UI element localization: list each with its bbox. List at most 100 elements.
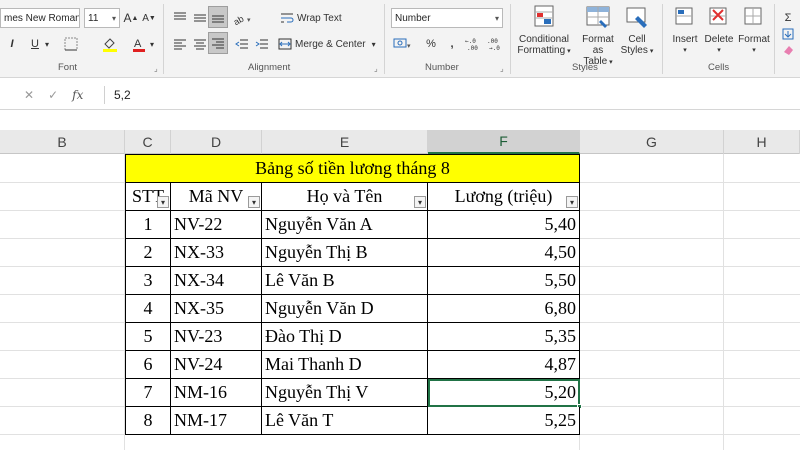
decrease-decimal-icon[interactable]: .00 →.0 [486, 34, 504, 54]
format-cells-icon [744, 7, 762, 25]
borders-icon[interactable] [62, 34, 80, 54]
chevron-down-icon: ▾ [494, 13, 499, 23]
cell-ho-ten[interactable]: Lê Văn T [262, 407, 428, 435]
column-header-c[interactable]: C [125, 130, 171, 154]
underline-button[interactable]: U [28, 34, 42, 54]
column-header-b[interactable]: B [0, 130, 125, 154]
comma-style-button[interactable]: , [446, 34, 458, 54]
cell-luong[interactable]: 6,80 [428, 295, 580, 323]
cell-ma-nv[interactable]: NX-34 [171, 267, 262, 295]
cell-stt[interactable]: 2 [125, 239, 171, 267]
number-format-combo[interactable]: Number ▾ [391, 8, 503, 28]
align-bottom-icon[interactable] [208, 6, 228, 28]
column-header-e[interactable]: E [262, 130, 428, 154]
enter-icon[interactable]: ✓ [48, 88, 58, 102]
font-name-combo[interactable]: mes New Roman▾ [0, 8, 80, 28]
cell-ho-ten[interactable]: Nguyễn Thị V [262, 379, 428, 407]
cell-luong[interactable]: 5,35 [428, 323, 580, 351]
delete-button[interactable]: Delete ▾ [702, 4, 736, 56]
cell-luong[interactable]: 4,50 [428, 239, 580, 267]
cell-luong[interactable]: 4,87 [428, 351, 580, 379]
italic-button[interactable]: I [6, 34, 18, 54]
cancel-icon[interactable]: ✕ [24, 88, 34, 102]
filter-dropdown-icon[interactable]: ▾ [414, 196, 426, 208]
wrap-text-button[interactable]: Wrap Text [280, 8, 350, 28]
cell-stt[interactable]: 5 [125, 323, 171, 351]
percent-button[interactable]: % [424, 34, 438, 54]
cell-ma-nv[interactable]: NX-35 [171, 295, 262, 323]
accounting-format-icon[interactable]: ▾ [392, 34, 414, 54]
cell-stt[interactable]: 7 [125, 379, 171, 407]
dialog-launcher-icon[interactable]: ⌟ [154, 64, 158, 73]
column-header-g[interactable]: G [580, 130, 724, 154]
column-header-h[interactable]: H [724, 130, 800, 154]
align-right-icon[interactable] [208, 32, 228, 54]
font-color-icon[interactable]: A [130, 34, 148, 54]
font-size-combo[interactable]: 11 ▾ [84, 8, 120, 28]
cell-luong[interactable]: 5,25 [428, 407, 580, 435]
chevron-down-icon[interactable]: ▾ [148, 34, 156, 54]
chevron-down-icon[interactable]: ▾ [42, 34, 52, 54]
cell-luong[interactable]: 5,50 [428, 267, 580, 295]
align-middle-icon[interactable] [192, 8, 208, 28]
decrease-font-icon[interactable]: A ▼ [142, 8, 156, 28]
format-button[interactable]: Format ▾ [736, 4, 772, 56]
cell-ma-nv[interactable]: NX-33 [171, 239, 262, 267]
increase-indent-icon[interactable] [254, 34, 270, 54]
format-as-table-label-1: Format as [582, 34, 614, 56]
insert-function-icon[interactable]: fx [72, 88, 83, 102]
cell-ma-nv[interactable]: NV-22 [171, 211, 262, 239]
cell-stt[interactable]: 4 [125, 295, 171, 323]
table-title[interactable]: Bảng số tiền lương tháng 8 [125, 154, 580, 183]
format-as-table-button[interactable]: Format as Table ▾ [576, 4, 620, 68]
cell-ma-nv[interactable]: NM-17 [171, 407, 262, 435]
column-header-d[interactable]: D [171, 130, 262, 154]
insert-button[interactable]: Insert ▾ [668, 4, 702, 56]
cell-luong[interactable]: 5,40 [428, 211, 580, 239]
cell-ho-ten[interactable]: Nguyễn Thị B [262, 239, 428, 267]
increase-font-icon[interactable]: A ▲ [124, 8, 139, 28]
svg-text:.00: .00 [467, 45, 478, 51]
cell-ho-ten[interactable]: Nguyễn Văn D [262, 295, 428, 323]
align-left-icon[interactable] [172, 34, 188, 54]
cell-ho-ten[interactable]: Nguyễn Văn A [262, 211, 428, 239]
filter-dropdown-icon[interactable]: ▾ [248, 196, 260, 208]
cell-stt[interactable]: 1 [125, 211, 171, 239]
dialog-launcher-icon[interactable]: ⌟ [500, 64, 504, 73]
cell-stt[interactable]: 8 [125, 407, 171, 435]
cell-styles-button[interactable]: Cell Styles ▾ [620, 4, 654, 57]
fill-color-icon[interactable] [100, 34, 120, 54]
filter-dropdown-icon[interactable]: ▾ [157, 196, 169, 208]
insert-cells-icon [675, 7, 693, 25]
cell-ho-ten[interactable]: Lê Văn B [262, 267, 428, 295]
dialog-launcher-icon[interactable]: ⌟ [374, 64, 378, 73]
column-header-row: B C D E F G H [0, 130, 800, 154]
cell-ho-ten[interactable]: Mai Thanh D [262, 351, 428, 379]
conditional-formatting-button[interactable]: Conditional Formatting ▾ [516, 4, 572, 57]
filter-dropdown-icon[interactable]: ▾ [566, 196, 578, 208]
clear-icon[interactable] [780, 40, 796, 60]
active-cell[interactable]: 5,20 [428, 379, 580, 407]
chevron-down-icon: ▾ [371, 39, 376, 49]
merge-center-button[interactable]: Merge & Center ▾ [278, 34, 378, 54]
align-top-icon[interactable] [172, 8, 188, 28]
merge-center-label: Merge & Center [295, 38, 366, 50]
cell-stt[interactable]: 3 [125, 267, 171, 295]
cells-group-label: Cells [708, 62, 730, 73]
header-luong[interactable]: Lương (triệu) [428, 183, 580, 211]
column-header-f[interactable]: F [428, 130, 580, 154]
cell-ma-nv[interactable]: NV-23 [171, 323, 262, 351]
decrease-indent-icon[interactable] [234, 34, 250, 54]
cell-ma-nv[interactable]: NV-24 [171, 351, 262, 379]
chevron-down-icon: ▾ [717, 47, 721, 54]
align-center-icon[interactable] [192, 34, 208, 54]
cell-ma-nv[interactable]: NM-16 [171, 379, 262, 407]
insert-label: Insert [672, 34, 698, 45]
increase-decimal-icon[interactable]: ←.0.00 [464, 34, 482, 54]
header-ho-ten[interactable]: Họ và Tên [262, 183, 428, 211]
name-box[interactable] [0, 82, 14, 108]
orientation-icon[interactable]: ab ▾ [232, 8, 254, 28]
cell-ho-ten[interactable]: Đào Thị D [262, 323, 428, 351]
cell-stt[interactable]: 6 [125, 351, 171, 379]
formula-input[interactable]: 5,2 [114, 88, 131, 102]
